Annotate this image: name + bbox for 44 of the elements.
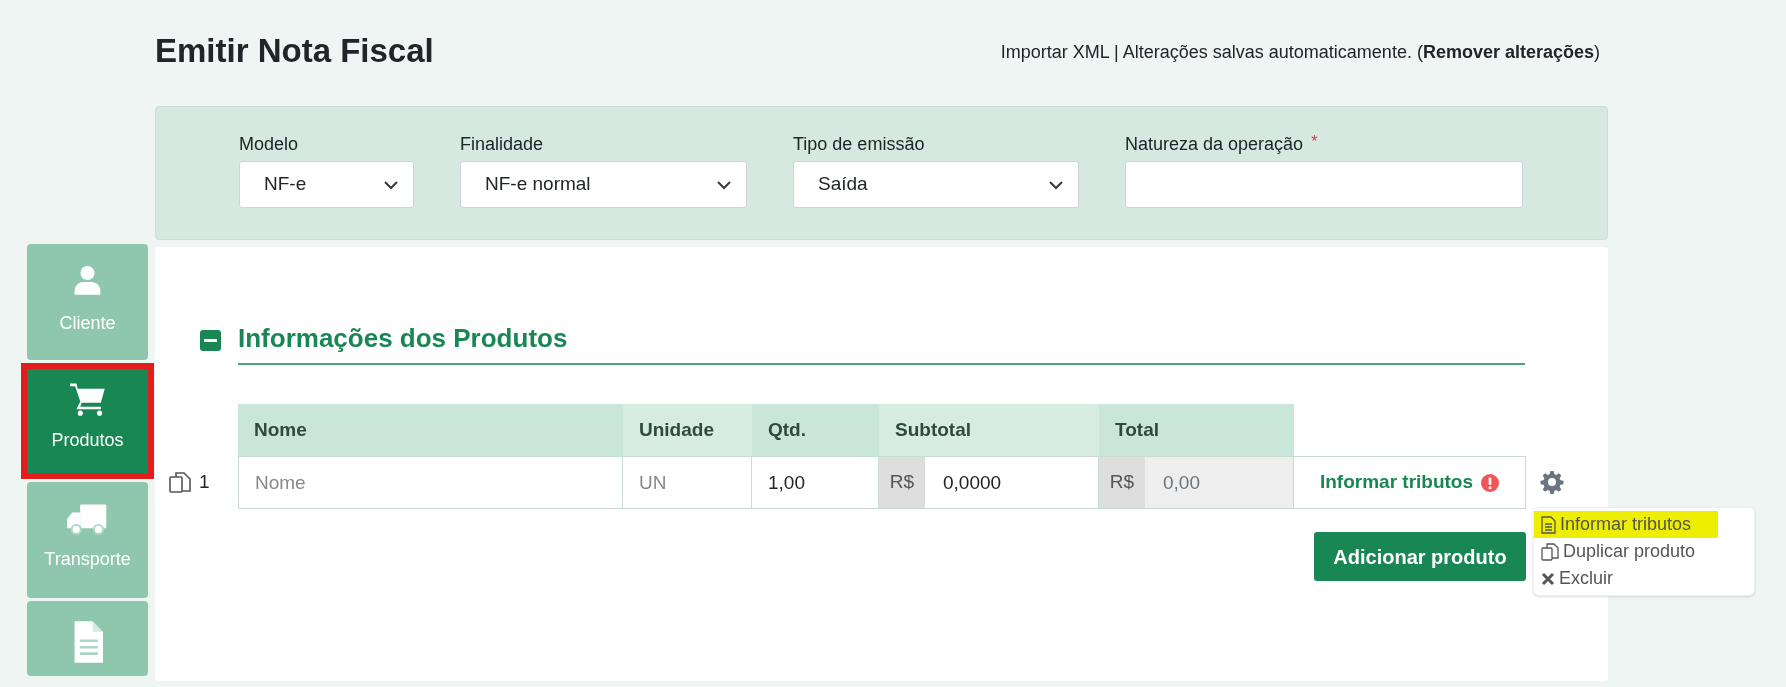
- column-header: Total: [1099, 404, 1294, 456]
- collapse-button[interactable]: [200, 330, 221, 351]
- table-input-field[interactable]: 1,00: [752, 456, 879, 509]
- row-number: 1: [199, 470, 210, 495]
- currency-prefix: R$: [879, 456, 925, 509]
- tax-button[interactable]: Informar tributos: [1294, 456, 1526, 509]
- document-icon: [72, 621, 103, 663]
- table-input-field[interactable]: Nome: [238, 456, 623, 509]
- dropdown-field[interactable]: Saída: [793, 161, 1079, 208]
- minus-icon: [204, 339, 217, 342]
- truck-icon: [66, 502, 109, 536]
- autosave-notice: Importar XML | Alterações salvas automaticamente. (Remover alterações): [1000, 40, 1600, 64]
- column-header: Qtd.: [752, 404, 879, 456]
- cart-icon: [69, 381, 106, 417]
- field-label: Finalidade: [460, 133, 545, 153]
- field-label: Tipo de emissão: [793, 133, 926, 153]
- menu-item[interactable]: Duplicar produto: [1534, 538, 1754, 565]
- settings-icon[interactable]: [1540, 470, 1564, 494]
- field-label: Modelo: [239, 133, 300, 153]
- section-heading: Informações dos Produtos: [238, 321, 568, 355]
- chevron-icon: [1048, 179, 1064, 190]
- page-title: Emitir Nota Fiscal: [155, 31, 434, 72]
- sidebar-tab[interactable]: Produtos: [21, 363, 154, 479]
- menu-item[interactable]: Informar tributos: [1534, 511, 1718, 538]
- required-asterisk: *: [1311, 132, 1318, 152]
- menu-item[interactable]: Excluir: [1534, 565, 1754, 592]
- text-field[interactable]: [1125, 161, 1523, 208]
- dropdown-field[interactable]: NF-e: [239, 161, 414, 208]
- duplicate-icon: [169, 471, 193, 494]
- currency-prefix: R$: [1099, 456, 1145, 509]
- column-header: Unidade: [623, 404, 752, 456]
- add-product-button[interactable]: Adicionar produto: [1314, 532, 1526, 581]
- dropdown-field[interactable]: NF-e normal: [460, 161, 747, 208]
- column-header: Nome: [238, 404, 623, 456]
- amount-field: 0,00: [1145, 456, 1294, 509]
- chevron-icon: [716, 179, 732, 190]
- amount-field[interactable]: 0,0000: [925, 456, 1099, 509]
- chevron-icon: [383, 179, 399, 190]
- duplicate-icon: [1541, 542, 1559, 561]
- close-icon: [1541, 571, 1555, 586]
- document-icon: [1541, 515, 1556, 534]
- table-input-field[interactable]: UN: [623, 456, 752, 509]
- column-header: Subtotal: [879, 404, 1099, 456]
- field-label: Natureza da operação: [1125, 133, 1304, 153]
